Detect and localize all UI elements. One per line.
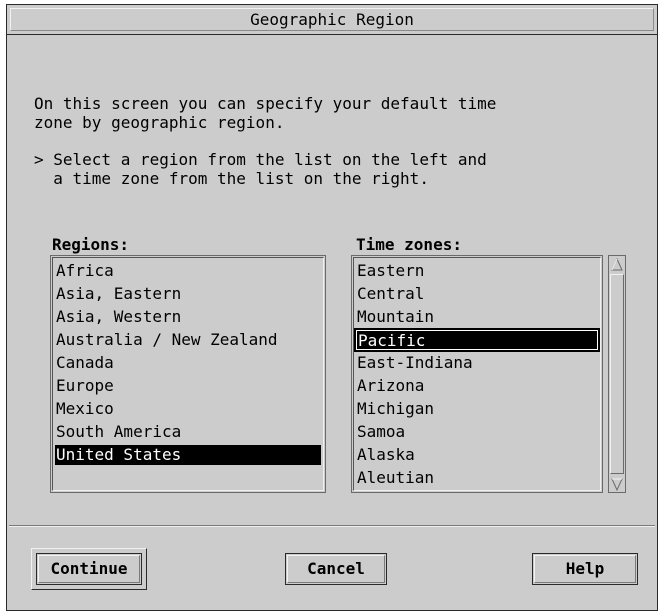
timezone-item-alaska[interactable]: Alaska (356, 445, 598, 465)
timezone-item-east-indiana[interactable]: East-Indiana (356, 353, 598, 373)
instruction-text-line-1: On this screen you can specify your defa… (34, 94, 497, 113)
region-item-africa[interactable]: Africa (55, 261, 321, 281)
region-item-asia-eastern[interactable]: Asia, Eastern (55, 284, 321, 304)
region-item-europe[interactable]: Europe (55, 376, 321, 396)
instruction-bullet-line-2: a time zone from the list on the right. (34, 169, 429, 188)
timezone-item-michigan[interactable]: Michigan (356, 399, 598, 419)
geographic-region-dialog: Geographic Region On this screen you can… (6, 4, 658, 611)
time-zones-list[interactable]: Eastern Central Mountain Pacific East-In… (351, 255, 603, 493)
timezone-item-samoa[interactable]: Samoa (356, 422, 598, 442)
timezone-item-aleutian[interactable]: Aleutian (356, 468, 598, 488)
timezone-item-pacific[interactable]: Pacific (354, 328, 600, 352)
region-item-asia-western[interactable]: Asia, Western (55, 307, 321, 327)
time-zones-label: Time zones: (356, 235, 462, 254)
region-item-south-america[interactable]: South America (55, 422, 321, 442)
help-button[interactable]: Help (532, 553, 638, 585)
regions-list[interactable]: Africa Asia, Eastern Asia, Western Austr… (50, 255, 326, 493)
time-zones-scrollbar[interactable] (608, 255, 626, 493)
region-item-mexico[interactable]: Mexico (55, 399, 321, 419)
timezone-item-arizona[interactable]: Arizona (356, 376, 598, 396)
regions-label: Regions: (52, 235, 130, 254)
scrollbar-thumb[interactable] (610, 274, 624, 474)
timezone-item-mountain[interactable]: Mountain (356, 307, 598, 327)
region-item-canada[interactable]: Canada (55, 353, 321, 373)
button-separator (9, 525, 655, 527)
region-item-australia-new-zealand[interactable]: Australia / New Zealand (55, 330, 321, 350)
cancel-button[interactable]: Cancel (285, 553, 387, 585)
region-item-united-states[interactable]: United States (55, 445, 321, 465)
instruction-bullet-line-1: > Select a region from the list on the l… (34, 150, 487, 169)
dialog-content: On this screen you can specify your defa… (7, 35, 657, 525)
dialog-title: Geographic Region (7, 5, 657, 35)
timezone-item-central[interactable]: Central (356, 284, 598, 304)
continue-button[interactable]: Continue (36, 553, 142, 585)
timezone-item-eastern[interactable]: Eastern (356, 261, 598, 281)
instruction-text-line-2: zone by geographic region. (34, 113, 285, 132)
scroll-down-arrow-icon[interactable] (611, 477, 623, 491)
scroll-up-arrow-icon[interactable] (611, 258, 623, 272)
